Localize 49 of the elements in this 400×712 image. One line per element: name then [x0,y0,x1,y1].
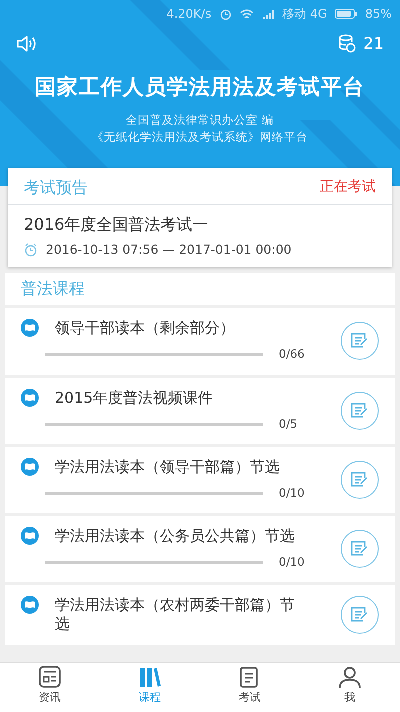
course-title: 学法用法读本（公务员公共篇）节选 [55,527,295,546]
section-heading: 考试预告 [24,176,88,198]
tab[interactable]: 考试 [200,663,300,712]
person-icon [337,665,363,690]
coins-icon [338,34,356,54]
battery-icon [335,9,358,19]
book-icon [21,458,39,476]
tab[interactable]: 资讯 [0,663,100,712]
edit-icon [350,402,370,420]
edit-icon [350,540,370,558]
speaker-button[interactable] [16,34,38,54]
carrier-label: 移动 4G [282,6,328,23]
course-title: 学法用法读本（领导干部篇）节选 [55,458,280,477]
edit-button[interactable] [341,460,379,499]
edit-button[interactable] [341,530,379,568]
edit-icon [350,332,370,350]
progress-count: 0/5 [279,416,298,432]
progress-count: 0/66 [279,346,305,364]
edit-icon [350,606,370,624]
book-icon [21,596,39,614]
book-icon [21,388,39,406]
course-title: 2015年度普法视频课件 [55,388,214,408]
exam-status: 正在考试 [320,178,376,197]
subtitle-line: 全国普及法律常识办公室 编 [125,112,275,128]
battery-level: 85% [365,6,392,23]
subtitle-line: 《无纸化学法用法及考试系统》网络平台 [91,128,309,146]
wifi-icon [240,8,254,20]
progress-count: 0/10 [279,484,305,502]
edit-icon [350,470,370,489]
tab[interactable]: 我 [300,663,400,712]
edit-button[interactable] [341,322,379,360]
alarm-icon [220,8,232,20]
section-heading: 普法课程 [21,279,85,298]
network-speed: 4.20K/s [166,6,212,23]
edit-button[interactable] [341,392,379,430]
book-icon [21,527,39,545]
books-icon [137,665,163,690]
progress-count: 0/10 [279,554,305,571]
exam-time: 2016-10-13 07:56 — 2017-01-01 00:00 [46,240,292,258]
clock-icon [24,242,38,257]
signal-icon [262,9,275,19]
course-title: 领导干部读本（剩余部分） [55,319,235,338]
book-icon [21,319,39,338]
exam-title: 2016年度全国普法考试一 [23,214,210,236]
points-count: 21 [364,33,384,55]
newspaper-icon [37,665,63,690]
app-title: 国家工作人员学法用法及考试平台 [34,74,366,101]
course-title: 学法用法读本（农村两委干部篇）节选 [55,596,296,634]
edit-button[interactable] [341,596,379,634]
